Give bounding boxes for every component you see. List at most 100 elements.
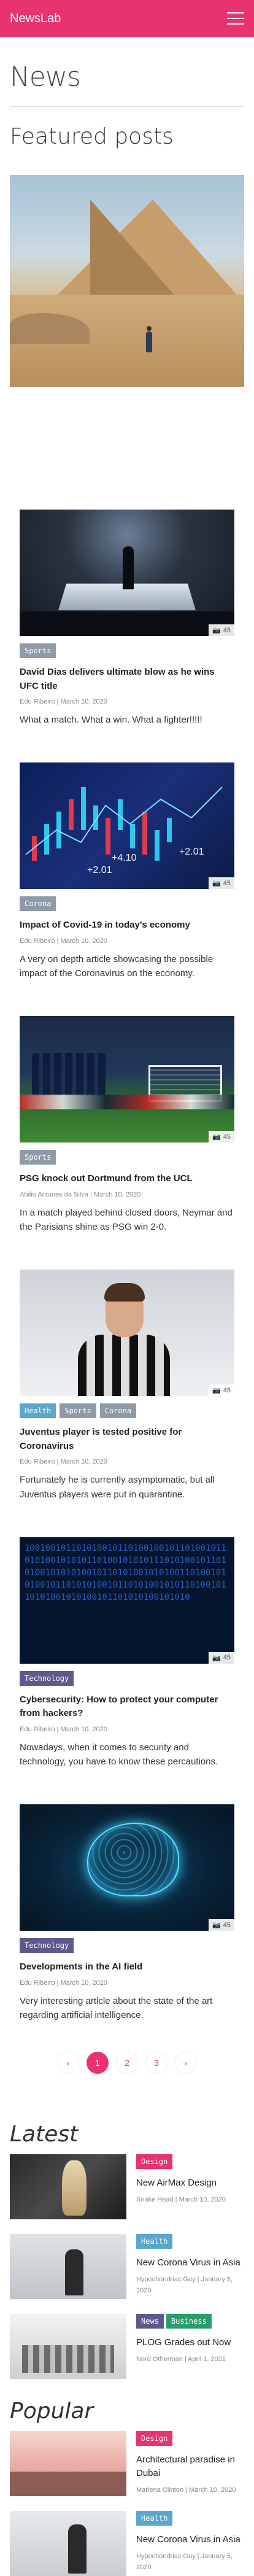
post-card: 1001001011010100101101001001011010010110… xyxy=(10,1537,244,1769)
tag-sports[interactable]: Sports xyxy=(20,1150,56,1165)
image-count: 45 xyxy=(223,1654,231,1662)
tag-business[interactable]: Business xyxy=(166,2314,212,2329)
side-list-item[interactable]: Design New AirMax Design Snake Head | Marc… xyxy=(10,2154,244,2220)
image-count: 45 xyxy=(223,626,231,634)
post-author: Edu Ribeiro xyxy=(20,1725,55,1733)
tag-list: Technology xyxy=(20,1670,234,1686)
player-hair xyxy=(104,1283,145,1302)
post-image[interactable]: 📷 45 xyxy=(20,510,234,636)
post-excerpt: Nowadays, when it comes to security and … xyxy=(20,1742,218,1767)
image-count: 45 xyxy=(223,1386,231,1394)
article-meta: Hypochondriac Guy | January 5, 2020 xyxy=(136,2553,233,2571)
tag-health[interactable]: Health xyxy=(136,2511,173,2526)
image-count-badge: 📷 45 xyxy=(209,1384,234,1397)
image-count-badge: 📷 45 xyxy=(209,1651,234,1664)
latest-heading: Latest xyxy=(10,2122,79,2147)
article-title[interactable]: New Corona Virus in Asia xyxy=(136,2533,244,2547)
post-title[interactable]: Impact of Covid-19 in today's economy xyxy=(20,918,234,933)
candle-shape xyxy=(130,824,135,849)
article-title[interactable]: New Corona Virus in Asia xyxy=(136,2256,244,2270)
tag-design[interactable]: Design xyxy=(136,2154,173,2170)
brand-logo-link[interactable]: NewsLab xyxy=(10,12,61,26)
tag-list: News Business xyxy=(136,2314,244,2329)
post-card: 📷 45 Technology Developments in the AI fiel… xyxy=(10,1804,244,2022)
image-count: 45 xyxy=(223,1921,231,1929)
camera-icon: 📷 xyxy=(212,880,221,888)
tag-sports[interactable]: Sports xyxy=(20,643,56,658)
post-date: March 10, 2020 xyxy=(60,1458,107,1466)
meta-separator: | xyxy=(88,1190,94,1198)
article-summary: News Business PLOG Grades out Now Nerd Othe… xyxy=(136,2314,244,2379)
person-figure xyxy=(146,326,152,352)
chart-number-label: +2.01 xyxy=(87,865,112,875)
image-count-badge: 📷 45 xyxy=(209,877,234,890)
post-title[interactable]: David Dias delivers ultimate blow as he … xyxy=(20,665,234,693)
pagination-page-2[interactable]: 2 xyxy=(116,2052,138,2074)
post-image[interactable]: 1001001011010100101101001001011010010110… xyxy=(20,1537,234,1664)
candle-shape xyxy=(106,818,110,855)
candle-shape xyxy=(155,830,160,861)
pagination-next-button[interactable]: › xyxy=(175,2052,197,2074)
article-title[interactable]: New AirMax Design xyxy=(136,2176,244,2190)
article-thumbnail[interactable] xyxy=(10,2511,126,2576)
post-title[interactable]: PSG knock out Dortmund from the UCL xyxy=(20,1172,234,1186)
article-title[interactable]: Architectural paradise in Dubai xyxy=(136,2453,244,2480)
article-summary: Health New Corona Virus in Asia Hypochondr… xyxy=(136,2234,244,2299)
side-list-item[interactable]: Health New Corona Virus in Asia Hypochondr… xyxy=(10,2234,244,2300)
post-date: March 10, 2020 xyxy=(60,698,107,705)
tag-corona[interactable]: Corona xyxy=(99,1403,137,1419)
post-excerpt: Very interesting article about the state… xyxy=(20,1995,213,2020)
post-excerpt: Fortunately he is currently asymptomatic… xyxy=(20,1475,215,1500)
post-meta: Edu Ribeiro | March 10, 2020 xyxy=(20,698,234,705)
camera-icon: 📷 xyxy=(212,1133,221,1141)
pagination-page-3[interactable]: 3 xyxy=(145,2052,167,2074)
tag-design[interactable]: Design xyxy=(136,2431,173,2446)
article-thumbnail[interactable] xyxy=(10,2431,126,2497)
side-list-item[interactable]: Health New Corona Virus in Asia Hypochondr… xyxy=(10,2511,244,2576)
tag-corona[interactable]: Corona xyxy=(20,896,56,912)
post-card: 📷 45 Sports David Dias delivers ultimate bl… xyxy=(10,510,244,727)
tag-technology[interactable]: Technology xyxy=(20,1938,74,1953)
pyramid-shade xyxy=(90,200,182,304)
post-author: Edu Ribeiro xyxy=(20,1458,55,1466)
candle-shape xyxy=(69,799,74,831)
post-meta: Edu Ribeiro | March 10, 2020 xyxy=(20,937,234,945)
article-thumbnail[interactable] xyxy=(10,2314,126,2380)
post-image[interactable]: +4.10 +2.01 +2.01 📷 45 xyxy=(20,762,234,890)
hamburger-menu-icon[interactable] xyxy=(227,12,244,25)
tag-sports[interactable]: Sports xyxy=(60,1403,96,1419)
article-thumbnail[interactable] xyxy=(10,2154,126,2220)
side-list-item[interactable]: News Business PLOG Grades out Now Nerd Othe… xyxy=(10,2314,244,2380)
chart-number-label: +2.01 xyxy=(179,847,204,857)
post-title[interactable]: Juventus player is tested positive for C… xyxy=(20,1426,234,1453)
article-thumbnail[interactable] xyxy=(10,2234,126,2300)
post-meta: Edu Ribeiro | March 10, 2020 xyxy=(20,1979,234,1987)
player-jersey xyxy=(78,1335,170,1397)
post-excerpt: What a match. What a win. What a fighter… xyxy=(20,715,202,725)
stadium-banner xyxy=(20,1095,234,1110)
stock-chart-graphic: +4.10+2.01+2.01 xyxy=(25,786,223,875)
post-author: Edu Ribeiro xyxy=(20,698,55,705)
tag-news[interactable]: News xyxy=(136,2314,164,2329)
post-image[interactable]: 📷 45 xyxy=(20,1270,234,1397)
tag-health[interactable]: Health xyxy=(20,1403,56,1419)
post-image[interactable]: 📷 45 xyxy=(20,1016,234,1143)
image-count-badge: 📷 45 xyxy=(209,624,234,636)
tag-health[interactable]: Health xyxy=(136,2234,173,2249)
image-count: 45 xyxy=(223,879,231,887)
post-image[interactable]: 📷 45 xyxy=(20,1804,234,1931)
pagination-prev-button[interactable]: ‹ xyxy=(57,2052,79,2074)
tag-list: Design xyxy=(136,2154,244,2170)
post-excerpt: A very on depth article showcasing the p… xyxy=(20,953,214,979)
posts-list: 📷 45 Sports David Dias delivers ultimate bl… xyxy=(0,510,254,2022)
article-summary: Health New Corona Virus in Asia Hypochondr… xyxy=(136,2511,244,2576)
article-title[interactable]: PLOG Grades out Now xyxy=(136,2336,244,2349)
featured-post-image[interactable] xyxy=(10,175,244,387)
tag-technology[interactable]: Technology xyxy=(20,1670,74,1686)
post-date: March 10, 2020 xyxy=(60,1725,107,1733)
post-title[interactable]: Cybersecurity: How to protect your compu… xyxy=(20,1693,234,1721)
tag-list: Corona xyxy=(20,896,234,912)
post-title[interactable]: Developments in the AI field xyxy=(20,1960,234,1974)
pagination-page-1[interactable]: 1 xyxy=(87,2052,109,2074)
side-list-item[interactable]: Design Architectural paradise in Dubai Mar… xyxy=(10,2431,244,2497)
